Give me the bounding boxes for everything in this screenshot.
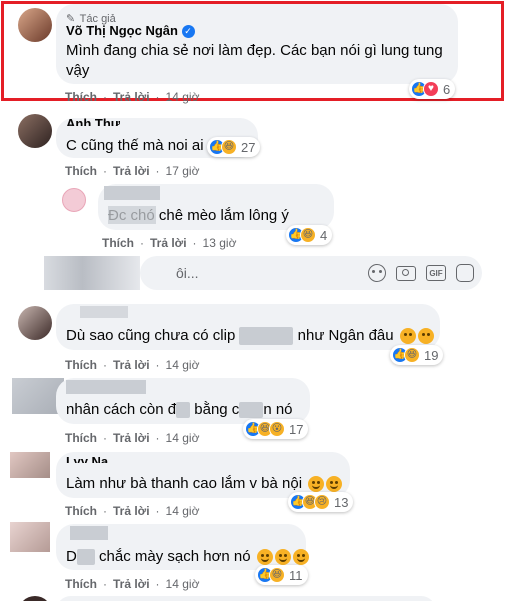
like-button[interactable]: Thích [65, 90, 97, 104]
comment-reactions[interactable]: 👍 😆 😮 17 [243, 419, 309, 439]
like-button[interactable]: Thích [65, 504, 97, 518]
comment-actions: Thích · Trả lời · 14 giờ [65, 431, 200, 445]
author-name[interactable]: Võ Thị Ngọc Ngân [66, 23, 178, 38]
comment-actions: Thích · Trả lời · 14 giờ [65, 358, 200, 372]
smiling-emoji-icon [308, 476, 325, 493]
redacted-word [176, 402, 191, 419]
reply-button[interactable]: Trả lời [113, 90, 150, 104]
like-button[interactable]: Thích [102, 236, 134, 250]
commenter-name[interactable]: Lyy Na [66, 454, 108, 463]
timestamp[interactable]: 14 giờ [166, 577, 200, 591]
comment-text-row: nhân cách còn đ bằng c n nó [66, 400, 293, 420]
redacted-word [76, 549, 95, 566]
author-avatar[interactable] [18, 8, 52, 42]
redacted-word [239, 402, 264, 419]
wow-reaction-icon: 😮 [269, 421, 285, 437]
verified-icon: ✓ [181, 25, 195, 39]
reaction-count: 11 [289, 567, 303, 583]
comment-actions: Thích · Trả lời · 14 giờ [65, 577, 200, 591]
redacted-word [239, 327, 294, 346]
input-toolbar: GIF [368, 264, 474, 282]
commenter-avatar[interactable] [18, 596, 52, 601]
comment-reactions[interactable]: 👍 😆 27 [207, 137, 261, 157]
timestamp[interactable]: 14 giờ [166, 90, 200, 104]
reply-reactions[interactable]: 👍 😆 4 [286, 225, 333, 245]
redacted-name [104, 186, 160, 200]
like-button[interactable]: Thích [65, 164, 97, 178]
timestamp[interactable]: 14 giờ [166, 431, 200, 445]
reaction-count: 19 [424, 347, 439, 363]
comment-text: D [66, 548, 77, 565]
haha-reaction-icon: 😆 [221, 139, 237, 155]
haha-reaction-icon: 😆 [269, 567, 285, 583]
emoji-icon[interactable] [368, 264, 386, 282]
comment-text: Dù sao cũng chưa có clip [66, 327, 236, 344]
heart-reaction-icon: ♥ [423, 81, 439, 97]
comment-text: bằng c [194, 401, 240, 418]
comment-bubble [56, 596, 436, 601]
gif-icon[interactable]: GIF [426, 265, 446, 281]
comment-actions: Thích · Trả lời · 17 giờ [65, 164, 200, 178]
comment-reactions[interactable]: 👍 😆 11 [255, 565, 308, 585]
smiling-emoji-icon [292, 549, 309, 566]
haha-reaction-icon: 😆 [404, 347, 420, 363]
commenter-name[interactable]: Anh Thư [66, 116, 120, 126]
smiling-emoji-icon [326, 476, 343, 493]
reaction-count: 6 [443, 81, 451, 97]
timestamp[interactable]: 13 giờ [203, 236, 237, 250]
commenter-avatar[interactable] [18, 306, 52, 340]
redacted-text [108, 206, 156, 224]
reply-button[interactable]: Trả lời [150, 236, 187, 250]
redacted-avatar [44, 256, 140, 290]
redacted-name [80, 306, 128, 318]
like-button[interactable]: Thích [65, 431, 97, 445]
commenter-avatar[interactable] [18, 114, 52, 148]
comment-text: nhân cách còn đ [66, 401, 177, 418]
comment-text: như Ngân đâu [297, 327, 394, 344]
comment-text: Làm như bà thanh cao lắm v bà nội [66, 475, 303, 492]
redacted-name [70, 526, 108, 540]
like-button[interactable]: Thích [65, 358, 97, 372]
reply-button[interactable]: Trả lời [113, 504, 150, 518]
author-actions: Thích · Trả lời · 14 giờ [65, 90, 200, 104]
timestamp[interactable]: 14 giờ [166, 358, 200, 372]
reaction-count: 27 [241, 139, 256, 155]
redacted-name [66, 380, 146, 394]
reply-button[interactable]: Trả lời [113, 164, 150, 178]
sticker-icon[interactable] [456, 264, 474, 282]
reply-actions: Thích · Trả lời · 13 giờ [102, 236, 237, 250]
author-name-row[interactable]: Võ Thị Ngọc Ngân ✓ [66, 23, 195, 39]
like-button[interactable]: Thích [65, 577, 97, 591]
redacted-avatar [10, 452, 50, 478]
comment-text: chắc mày sạch hơn nó [99, 548, 251, 565]
author-reactions[interactable]: 👍 ♥ 6 [409, 79, 456, 99]
reply-button[interactable]: Trả lời [113, 431, 150, 445]
comment-text-row: Dù sao cũng chưa có clip như Ngân đâu [66, 326, 434, 346]
replier-avatar[interactable] [62, 188, 86, 212]
laughing-emoji-icon [417, 328, 434, 345]
reaction-count: 17 [289, 421, 304, 437]
reaction-count: 13 [334, 494, 349, 510]
timestamp[interactable]: 17 giờ [166, 164, 200, 178]
redacted-avatar [10, 522, 50, 552]
laughing-emoji-icon [399, 328, 416, 345]
comment-text-row: D chắc mày sạch hơn nó [66, 547, 309, 567]
comment-reactions[interactable]: 👍 😆 😢 13 [288, 492, 354, 512]
reply-placeholder: ôi... [176, 265, 199, 281]
sad-reaction-icon: 😢 [314, 494, 330, 510]
reply-button[interactable]: Trả lời [113, 358, 150, 372]
reply-button[interactable]: Trả lời [113, 577, 150, 591]
comment-actions: Thích · Trả lời · 14 giờ [65, 504, 200, 518]
comment-text: C cũng thế mà noi ai [66, 137, 204, 154]
comment-reactions[interactable]: 👍 😆 19 [390, 345, 444, 365]
timestamp[interactable]: 14 giờ [166, 504, 200, 518]
author-comment-text: Mình đang chia sẻ nơi làm đẹp. Các bạn n… [66, 42, 443, 79]
smiling-emoji-icon [256, 549, 273, 566]
haha-reaction-icon: 😆 [300, 227, 316, 243]
smiling-emoji-icon [274, 549, 291, 566]
camera-icon[interactable] [396, 265, 416, 281]
comment-text: n nó [263, 401, 293, 418]
reaction-count: 4 [320, 227, 328, 243]
comment-text-row: Làm như bà thanh cao lắm v bà nội [66, 474, 343, 494]
